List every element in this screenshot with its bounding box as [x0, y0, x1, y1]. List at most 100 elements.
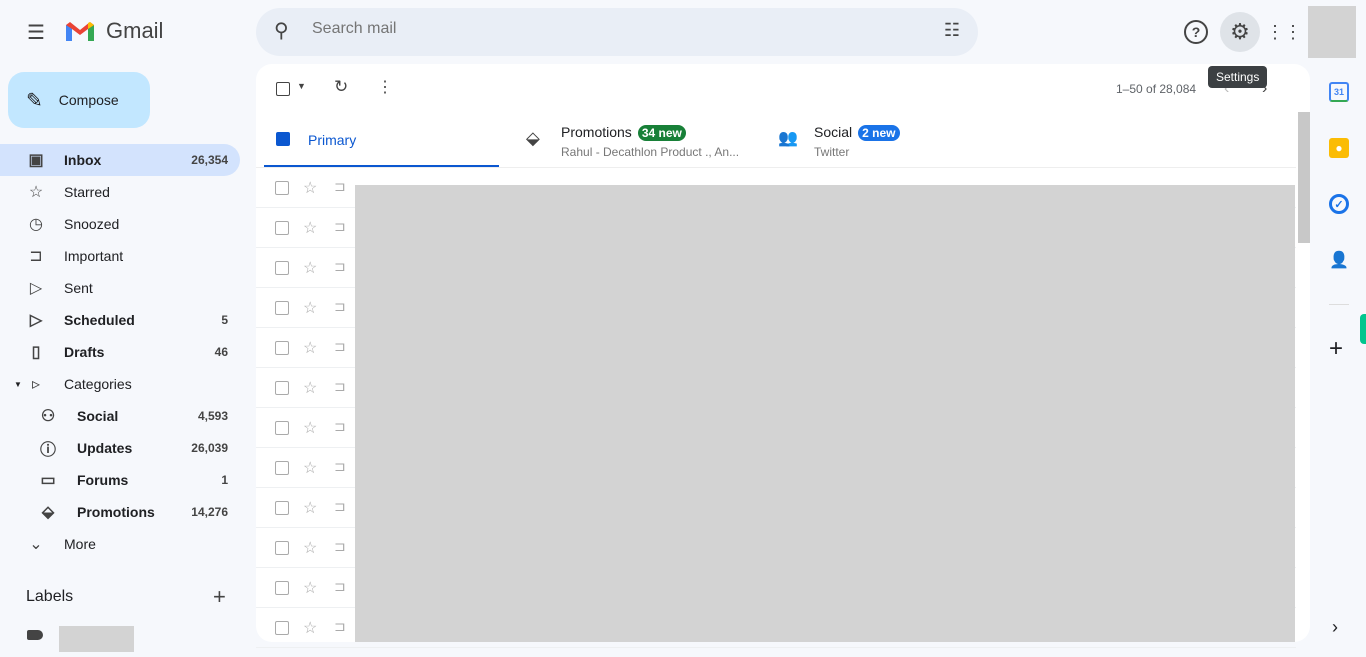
add-label-button[interactable]: +	[213, 584, 226, 610]
important-marker-icon[interactable]: ⊐	[334, 618, 346, 635]
row-checkbox[interactable]	[275, 581, 289, 595]
select-dropdown-icon[interactable]: ▼	[297, 81, 306, 91]
sidebar-item-label: Important	[64, 248, 124, 264]
apps-icon[interactable]: ⋮⋮	[1266, 20, 1302, 44]
calendar-icon[interactable]: 31	[1329, 82, 1349, 102]
sidebar-item-count: 14,276	[191, 505, 228, 519]
sidebar-item-updates[interactable]: ⓘ Updates 26,039	[0, 432, 240, 464]
sidebar-item-label: Forums	[77, 472, 129, 488]
row-checkbox[interactable]	[275, 501, 289, 515]
star-icon[interactable]: ☆	[303, 338, 317, 358]
refresh-icon[interactable]: ↻	[334, 77, 348, 97]
star-icon[interactable]: ☆	[303, 258, 317, 278]
sidebar-item-snoozed[interactable]: ◷ Snoozed	[0, 208, 240, 240]
star-icon[interactable]: ☆	[303, 498, 317, 518]
scheduled-icon: ▷	[29, 312, 43, 329]
expand-arrow-icon[interactable]: ▼	[14, 380, 22, 389]
info-icon: ⓘ	[39, 442, 56, 459]
row-checkbox[interactable]	[275, 621, 289, 635]
important-marker-icon[interactable]: ⊐	[334, 378, 346, 395]
sidebar-item-count: 4,593	[197, 409, 228, 423]
important-marker-icon[interactable]: ⊐	[334, 218, 346, 235]
tab-label: Promotions	[561, 124, 632, 140]
contacts-icon[interactable]: 👤	[1329, 250, 1349, 270]
search-icon[interactable]: ⚲	[274, 18, 289, 43]
label-name-redacted[interactable]	[59, 626, 134, 652]
sidebar-item-categories[interactable]: ▼ ▹ Categories	[0, 368, 240, 400]
sidebar-item-scheduled[interactable]: ▷ Scheduled 5	[0, 304, 240, 336]
label-icon: ▹	[31, 376, 41, 393]
tasks-icon[interactable]: ✓	[1329, 194, 1349, 214]
settings-button[interactable]: ⚙	[1220, 12, 1260, 52]
row-checkbox[interactable]	[275, 421, 289, 435]
keep-icon[interactable]: ●	[1329, 138, 1349, 158]
more-options-icon[interactable]: ⋮	[377, 77, 393, 97]
sidebar-item-count: 26,354	[191, 153, 228, 167]
row-checkbox[interactable]	[275, 461, 289, 475]
row-checkbox[interactable]	[275, 181, 289, 195]
sidebar-item-label: Sent	[64, 280, 93, 296]
redacted-email-list	[355, 185, 1295, 642]
sidebar-item-social[interactable]: ⚇ Social 4,593	[0, 400, 240, 432]
label-icon	[27, 630, 43, 640]
select-all-checkbox[interactable]	[276, 82, 290, 96]
important-marker-icon[interactable]: ⊐	[334, 258, 346, 275]
important-marker-icon[interactable]: ⊐	[334, 458, 346, 475]
tag-icon: ⬙	[41, 504, 55, 521]
star-icon[interactable]: ☆	[303, 298, 317, 318]
sidebar-item-drafts[interactable]: ▯ Drafts 46	[0, 336, 240, 368]
star-icon[interactable]: ☆	[303, 378, 317, 398]
sidebar-item-count: 1	[221, 473, 228, 487]
important-marker-icon[interactable]: ⊐	[334, 538, 346, 555]
important-marker-icon[interactable]: ⊐	[334, 418, 346, 435]
row-checkbox[interactable]	[275, 261, 289, 275]
star-icon[interactable]: ☆	[303, 458, 317, 478]
star-icon[interactable]: ☆	[303, 418, 317, 438]
star-icon[interactable]: ☆	[303, 178, 317, 198]
tab-primary[interactable]: Primary	[264, 112, 499, 168]
sidebar-item-starred[interactable]: ☆ Starred	[0, 176, 240, 208]
sidebar-item-sent[interactable]: ▷ Sent	[0, 272, 240, 304]
important-marker-icon[interactable]: ⊐	[334, 298, 346, 315]
important-marker-icon[interactable]: ⊐	[334, 178, 346, 195]
sidebar-item-forums[interactable]: ▭ Forums 1	[0, 464, 240, 496]
sidebar-item-count: 26,039	[191, 441, 228, 455]
avatar[interactable]	[1308, 6, 1356, 58]
app-name: Gmail	[106, 18, 164, 43]
tab-social[interactable]: 👥 Social 2 new Twitter	[768, 112, 1008, 168]
get-addons-button[interactable]: +	[1329, 335, 1343, 363]
help-icon[interactable]: ?	[1184, 20, 1208, 44]
expand-panel-icon[interactable]: ›	[1332, 617, 1338, 638]
main-menu-button[interactable]: ☰	[20, 16, 52, 48]
send-icon: ▷	[29, 280, 43, 297]
gmail-logo[interactable]: Gmail	[64, 18, 163, 44]
divider	[1329, 304, 1349, 305]
important-marker-icon[interactable]: ⊐	[334, 498, 346, 515]
search-bar[interactable]: ⚲ ☷	[256, 8, 978, 56]
star-icon[interactable]: ☆	[303, 578, 317, 598]
search-options-icon[interactable]: ☷	[944, 20, 960, 41]
star-icon[interactable]: ☆	[303, 538, 317, 558]
sidebar-item-important[interactable]: ⊐ Important	[0, 240, 240, 272]
sidebar-item-promotions[interactable]: ⬙ Promotions 14,276	[0, 496, 240, 528]
important-marker-icon[interactable]: ⊐	[334, 578, 346, 595]
row-checkbox[interactable]	[275, 221, 289, 235]
row-checkbox[interactable]	[275, 301, 289, 315]
scrollbar[interactable]	[1298, 112, 1310, 243]
important-icon: ⊐	[29, 248, 43, 265]
row-checkbox[interactable]	[275, 341, 289, 355]
sidebar-item-label: Starred	[64, 184, 110, 200]
row-checkbox[interactable]	[275, 541, 289, 555]
search-input[interactable]	[312, 20, 872, 38]
addon-indicator	[1360, 314, 1366, 344]
star-icon[interactable]: ☆	[303, 618, 317, 638]
important-marker-icon[interactable]: ⊐	[334, 338, 346, 355]
tab-promotions[interactable]: ⬙ Promotions 34 new Rahul - Decathlon Pro…	[516, 112, 756, 168]
row-checkbox[interactable]	[275, 381, 289, 395]
sidebar-item-count: 5	[221, 313, 228, 327]
compose-button[interactable]: ✎ Compose	[8, 72, 150, 128]
star-icon[interactable]: ☆	[303, 218, 317, 238]
sidebar-item-more[interactable]: ⌄ More	[0, 528, 240, 560]
sidebar-item-inbox[interactable]: ▣ Inbox 26,354	[0, 144, 240, 176]
tab-label: Primary	[308, 132, 357, 148]
